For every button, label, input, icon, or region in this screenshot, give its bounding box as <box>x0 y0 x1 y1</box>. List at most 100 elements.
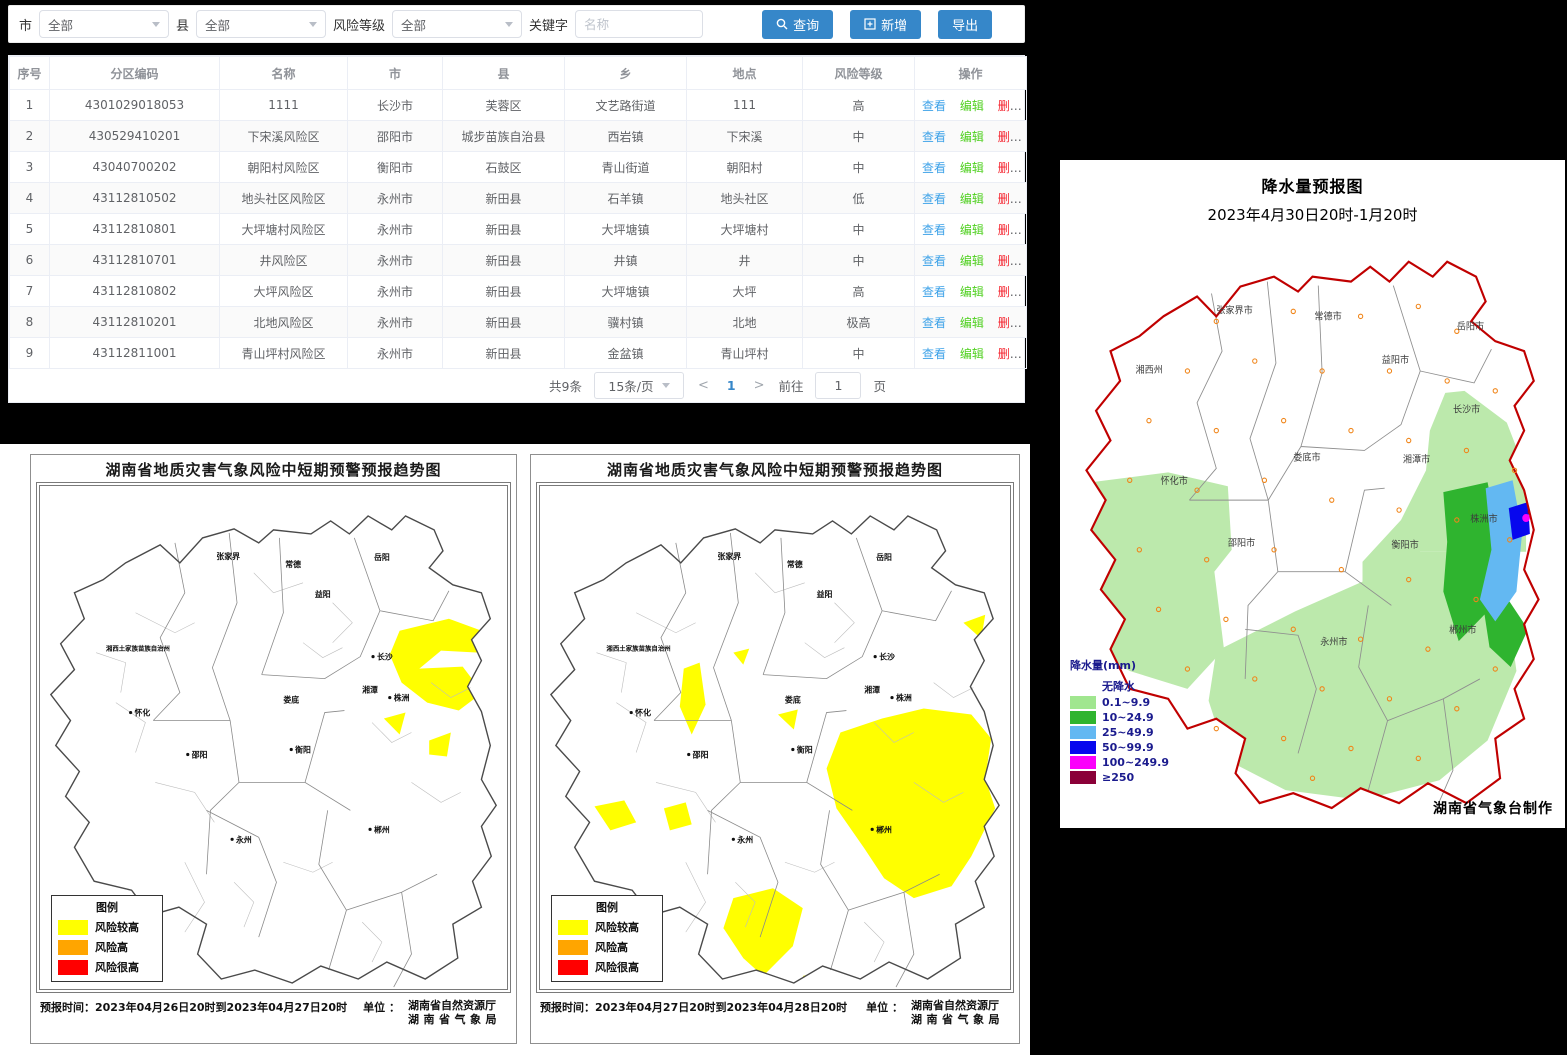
legend-label: 25~49.9 <box>1102 726 1154 739</box>
city-label: 邵阳 <box>692 750 709 759</box>
view-link[interactable]: 查看 <box>922 223 946 237</box>
legend-swatch <box>1070 696 1096 709</box>
edit-link[interactable]: 编辑 <box>960 99 984 113</box>
edit-link[interactable]: 编辑 <box>960 223 984 237</box>
precipitation-panel: 降水量预报图 2023年4月30日20时-1月20时 湘西州 张家界市 常德市 … <box>1060 160 1565 828</box>
delete-link[interactable]: 删除 <box>998 347 1022 361</box>
cell-place: 下宋溪 <box>687 121 803 152</box>
city-label: 湘潭 <box>362 685 378 695</box>
cell-risk: 高 <box>803 90 915 121</box>
risk-filter-label: 风险等级 <box>333 15 385 34</box>
page-unit-label: 页 <box>873 376 886 395</box>
col-place: 地点 <box>687 57 803 90</box>
county-select[interactable]: 全部 <box>196 10 326 38</box>
edit-link[interactable]: 编辑 <box>960 316 984 330</box>
city-labels: 湘西土家族苗族自治州 张家界 常德 岳阳 益阳 长沙 怀化 娄底 湘潭 株洲 邵… <box>106 551 410 845</box>
goto-page-input[interactable] <box>815 372 861 399</box>
edit-link[interactable]: 编辑 <box>960 130 984 144</box>
cell-name: 大坪风险区 <box>220 276 348 307</box>
unit-line-2: 湖南省气象局 <box>408 1013 501 1027</box>
edit-link[interactable]: 编辑 <box>960 254 984 268</box>
cell-city: 永州市 <box>348 276 443 307</box>
chevron-down-icon <box>309 22 317 27</box>
add-button[interactable]: 新增 <box>850 10 921 39</box>
view-link[interactable]: 查看 <box>922 285 946 299</box>
view-link[interactable]: 查看 <box>922 161 946 175</box>
view-link[interactable]: 查看 <box>922 192 946 206</box>
cell-name: 朝阳村风险区 <box>220 152 348 183</box>
current-page[interactable]: 1 <box>723 378 740 393</box>
city-label: 岳阳 <box>374 552 390 562</box>
delete-link[interactable]: 删除 <box>998 254 1022 268</box>
cell-actions: 查看 编辑 删除 <box>915 183 1027 214</box>
legend-row: ≥250 <box>1070 771 1169 784</box>
city-label: 湘潭市 <box>1403 453 1430 465</box>
delete-link[interactable]: 删除 <box>998 223 1022 237</box>
cell-city: 长沙市 <box>348 90 443 121</box>
risk-legend: 图例 风险较高 风险高 <box>551 895 663 982</box>
city-label: 衡阳 <box>295 744 311 754</box>
delete-link[interactable]: 删除 <box>998 161 1022 175</box>
cell-actions: 查看 编辑 删除 <box>915 121 1027 152</box>
col-city: 市 <box>348 57 443 90</box>
city-label: 衡阳 <box>797 744 813 754</box>
edit-link[interactable]: 编辑 <box>960 192 984 206</box>
risk-map-card-1: 湖南省地质灾害气象风险中短期预警预报趋势图 湘西土家族苗族自治州 张家界 常德 … <box>30 454 517 1044</box>
prev-page-button[interactable]: < <box>696 378 711 393</box>
view-link[interactable]: 查看 <box>922 316 946 330</box>
cell-city: 衡阳市 <box>348 152 443 183</box>
delete-link[interactable]: 删除 <box>998 285 1022 299</box>
legend-row: 风险很高 <box>58 959 156 975</box>
query-button[interactable]: 查询 <box>762 10 833 39</box>
legend-swatch <box>1070 711 1096 724</box>
cell-code: 43112810502 <box>50 183 220 214</box>
keyword-input[interactable] <box>575 10 703 38</box>
city-label: 株洲 <box>394 693 410 703</box>
legend-swatch <box>1070 741 1096 754</box>
delete-link[interactable]: 删除 <box>998 316 1022 330</box>
legend-items: 风险较高 风险高 风险很高 <box>58 919 156 975</box>
view-link[interactable]: 查看 <box>922 254 946 268</box>
cell-seq: 2 <box>10 121 50 152</box>
edit-link[interactable]: 编辑 <box>960 161 984 175</box>
unit-line-1: 湖南省自然资源厅 <box>911 999 1004 1013</box>
export-button[interactable]: 导出 <box>938 10 992 39</box>
city-select[interactable]: 全部 <box>39 10 169 38</box>
cell-county: 城步苗族自治县 <box>443 121 565 152</box>
cell-town: 金盆镇 <box>565 338 687 369</box>
delete-link[interactable]: 删除 <box>998 130 1022 144</box>
edit-link[interactable]: 编辑 <box>960 347 984 361</box>
legend-row: 10~24.9 <box>1070 711 1169 724</box>
cell-place: 大坪 <box>687 276 803 307</box>
legend-row: 25~49.9 <box>1070 726 1169 739</box>
legend-label: 风险很高 <box>595 959 639 975</box>
legend-swatch <box>58 940 88 955</box>
col-code: 分区编码 <box>50 57 220 90</box>
legend-swatch <box>1070 771 1096 784</box>
city-label: 张家界 <box>216 551 240 561</box>
cell-county: 新田县 <box>443 276 565 307</box>
risk-select-value: 全部 <box>401 15 426 34</box>
col-name: 名称 <box>220 57 348 90</box>
legend-label: ≥250 <box>1102 771 1134 784</box>
city-label: 永州 <box>235 834 252 844</box>
cell-risk: 极高 <box>803 307 915 338</box>
risk-select[interactable]: 全部 <box>392 10 522 38</box>
delete-link[interactable]: 删除 <box>998 99 1022 113</box>
table-header-row: 序号 分区编码 名称 市 县 乡 地点 风险等级 操作 <box>10 57 1027 90</box>
city-select-value: 全部 <box>48 15 73 34</box>
page-size-select[interactable]: 15条/页 <box>594 372 684 399</box>
view-link[interactable]: 查看 <box>922 99 946 113</box>
precipitation-title: 降水量预报图 <box>1060 173 1565 197</box>
delete-link[interactable]: 删除 <box>998 192 1022 206</box>
city-label: 益阳 <box>817 589 833 599</box>
edit-link[interactable]: 编辑 <box>960 285 984 299</box>
view-link[interactable]: 查看 <box>922 130 946 144</box>
view-link[interactable]: 查看 <box>922 347 946 361</box>
city-label: 长沙市 <box>1453 404 1480 416</box>
next-page-button[interactable]: > <box>752 378 767 393</box>
cell-city: 永州市 <box>348 245 443 276</box>
col-actions: 操作 <box>915 57 1027 90</box>
city-label: 岳阳 <box>876 552 892 562</box>
cell-place: 青山坪村 <box>687 338 803 369</box>
